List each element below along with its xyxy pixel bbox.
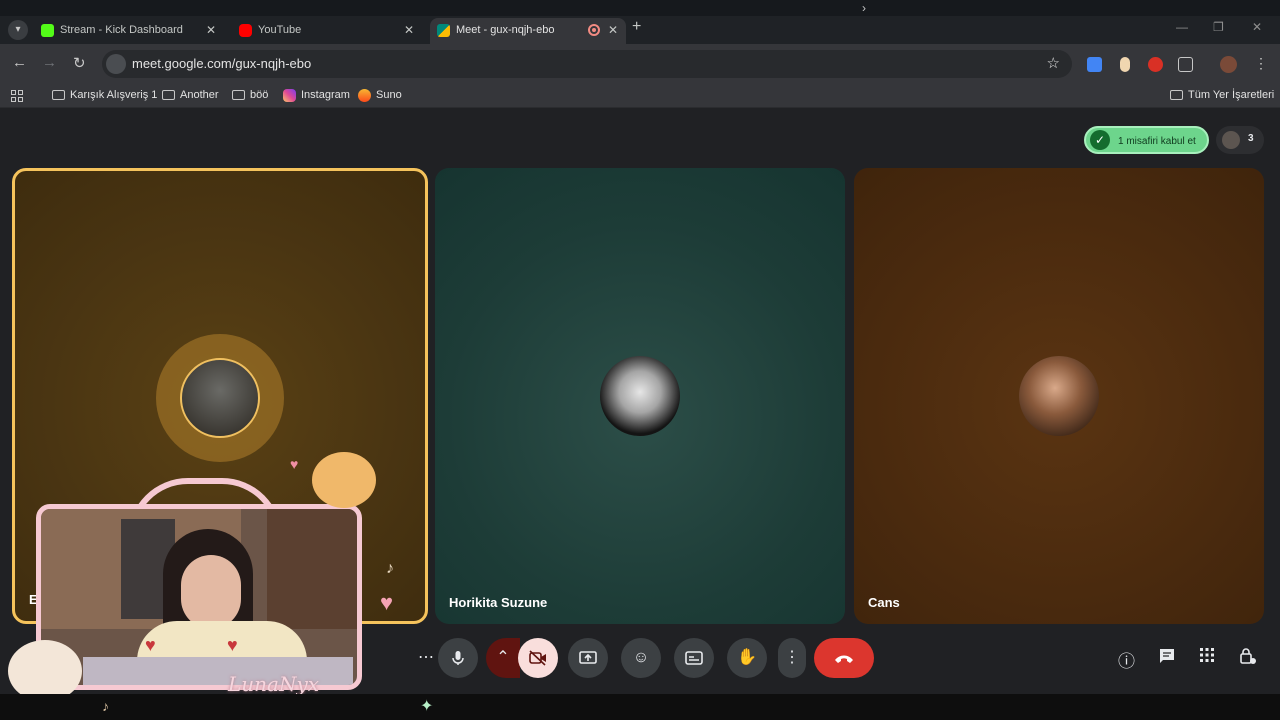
bookmark-star-icon[interactable]: ☆ [1047, 54, 1060, 72]
tab-kick-dashboard[interactable]: Stream - Kick Dashboard ✕ [34, 18, 224, 44]
heart-icon: ♥ [380, 590, 394, 615]
participant-count: 3 [1248, 133, 1254, 144]
host-controls-icon[interactable] [1239, 647, 1257, 670]
streamer-figure [181, 555, 241, 629]
profile-avatar[interactable] [1220, 56, 1237, 73]
participant-avatar [180, 358, 260, 438]
caret-up-icon[interactable]: ⌃ [486, 638, 520, 678]
extensions-puzzle-icon[interactable] [1178, 57, 1193, 72]
sparkle-icon: ✦ [420, 698, 434, 715]
folder-icon [52, 90, 65, 100]
youtube-favicon-icon [239, 24, 252, 37]
back-arrow-icon[interactable]: ← [12, 54, 27, 71]
bookmark-label: Karışık Alışveriş 1 [70, 89, 158, 101]
admit-guest-label: 1 misafiri kabul et [1118, 136, 1196, 147]
recording-indicator-icon [588, 24, 600, 36]
heart-icon: ♥ [290, 456, 299, 472]
close-tab-icon[interactable]: ✕ [404, 18, 414, 42]
end-call-icon[interactable] [814, 638, 874, 678]
address-bar[interactable]: meet.google.com/gux-nqjh-ebo ☆ [102, 50, 1072, 78]
activities-icon[interactable] [1199, 647, 1215, 668]
close-window-icon[interactable]: ✕ [1252, 20, 1262, 34]
participant-name: Cans [868, 595, 900, 610]
raise-hand-icon[interactable]: ✋ [727, 638, 767, 678]
music-note-icon: ♪ [386, 560, 394, 577]
bookmark-label: Suno [376, 89, 402, 101]
new-tab-icon[interactable]: + [632, 18, 641, 36]
bookmark-instagram[interactable]: Instagram [283, 89, 350, 102]
minimize-icon[interactable]: — [1176, 20, 1188, 34]
chevron-right-icon[interactable]: › [862, 1, 866, 15]
extension-icon[interactable] [1148, 57, 1163, 72]
instagram-icon [283, 89, 296, 102]
site-info-icon[interactable] [106, 54, 126, 74]
bookmark-folder-boo[interactable]: böö [232, 89, 268, 101]
captions-icon[interactable] [674, 638, 714, 678]
tab-title: Meet - gux-nqjh-ebo [456, 24, 555, 36]
tab-search-button[interactable]: ▾ [8, 20, 28, 40]
bookmark-label: Instagram [301, 89, 350, 101]
window-top-strip: › [0, 0, 1280, 16]
webcam-background [267, 509, 357, 629]
url-text[interactable]: meet.google.com/gux-nqjh-ebo [132, 56, 311, 71]
apps-grid-icon[interactable] [11, 90, 23, 102]
heart-icon: ♥ [227, 635, 238, 655]
participant-avatar [600, 356, 680, 436]
cat-sticker [8, 640, 82, 702]
emoji-icon[interactable]: ☺ [621, 638, 661, 678]
browser-toolbar: ← → ↻ meet.google.com/gux-nqjh-ebo ☆ ⋮ [0, 44, 1280, 84]
more-vert-icon[interactable]: ⋮ [778, 638, 806, 678]
folder-icon [1170, 90, 1183, 100]
participant-avatar [1222, 131, 1240, 149]
participant-name: Horikita Suzune [449, 595, 548, 610]
webcam-overlay: ♥ ♥ [36, 504, 362, 690]
tab-title: YouTube [258, 24, 302, 36]
bookmark-label: Another [180, 89, 219, 101]
meet-favicon-icon [437, 24, 450, 37]
restore-icon[interactable]: ❐ [1213, 20, 1224, 34]
overlay-brand-text: LunaNyx [228, 672, 320, 696]
stream-bottom-bar: ✦ ♪ [0, 694, 1280, 720]
participants-button[interactable]: 3 [1216, 126, 1264, 154]
camera-off-icon[interactable] [518, 638, 558, 678]
bookmark-suno[interactable]: Suno [358, 89, 402, 102]
participant-tile-horikita[interactable]: Horikita Suzune [435, 168, 845, 624]
bookmark-label: Tüm Yer İşaretleri [1188, 89, 1275, 101]
suno-icon [358, 89, 371, 102]
admit-guest-button[interactable]: ✓ 1 misafiri kabul et [1084, 126, 1209, 154]
microphone-icon[interactable] [438, 638, 478, 678]
extension-icon[interactable] [1120, 57, 1130, 72]
kick-favicon-icon [41, 24, 54, 37]
translate-extension-icon[interactable] [1087, 57, 1102, 72]
forward-arrow-icon[interactable]: → [42, 54, 57, 71]
participant-tile-cans[interactable]: Cans [854, 168, 1264, 624]
browser-menu-icon[interactable]: ⋮ [1254, 55, 1268, 72]
bookmark-label: böö [250, 89, 269, 101]
tab-title: Stream - Kick Dashboard [60, 24, 183, 36]
info-icon[interactable]: ⓘ [1118, 647, 1135, 672]
bookmark-folder-another[interactable]: Another [162, 89, 219, 101]
close-tab-icon[interactable]: ✕ [608, 18, 618, 42]
folder-icon [232, 90, 245, 100]
close-tab-icon[interactable]: ✕ [206, 18, 216, 42]
folder-icon [162, 90, 175, 100]
music-note-icon: ♪ [102, 698, 109, 714]
participant-avatar [1019, 356, 1099, 436]
reload-icon[interactable]: ↻ [73, 54, 86, 72]
check-icon: ✓ [1090, 130, 1110, 150]
chat-icon[interactable] [1158, 647, 1176, 670]
tab-meet[interactable]: Meet - gux-nqjh-ebo ✕ [430, 18, 626, 44]
tab-bar: ▾ Stream - Kick Dashboard ✕ YouTube ✕ Me… [0, 16, 1280, 44]
tab-youtube[interactable]: YouTube ✕ [232, 18, 422, 44]
bookmark-folder-karisik[interactable]: Karışık Alışveriş 1 [52, 89, 157, 101]
present-screen-icon[interactable] [568, 638, 608, 678]
all-bookmarks-folder[interactable]: Tüm Yer İşaretleri [1170, 89, 1274, 101]
cat-sticker [312, 452, 376, 508]
heart-icon: ♥ [145, 635, 156, 655]
